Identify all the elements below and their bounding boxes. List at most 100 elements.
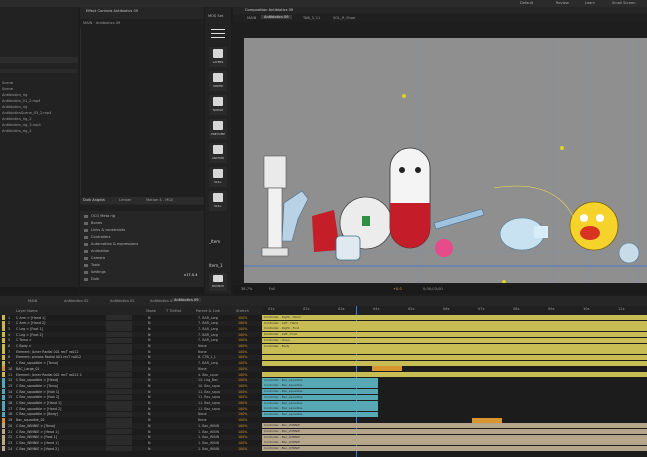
layer-parent[interactable]: 1. Bac_WINN — [198, 430, 219, 434]
layer-switches[interactable] — [106, 337, 132, 343]
layer-label-color[interactable] — [2, 332, 5, 338]
layer-switches[interactable] — [106, 389, 132, 395]
duik-item[interactable]: Animation — [84, 249, 109, 253]
timeline-layer-row[interactable]: 2 C Arm > [Hand 2] N 7. BAR_Larg 100% — [0, 320, 262, 327]
layer-duration-bar[interactable]: Controller - Body — [262, 343, 647, 349]
layer-stretch[interactable]: 100% — [238, 412, 247, 416]
layer-switches[interactable] — [106, 372, 132, 377]
layer-label-color[interactable] — [2, 366, 5, 372]
layer-mode[interactable]: N — [148, 361, 150, 365]
layer-mode[interactable]: N — [148, 407, 150, 411]
time-ruler[interactable]: 01s 02s 03s 04s 05s 06s 07s 08s 09s 10s 11s — [262, 306, 647, 315]
bounce-button[interactable]: BOUNCE — [209, 273, 227, 291]
layer-switches[interactable] — [106, 366, 132, 372]
composition-tab[interactable]: Composition Antibiotics 09 — [245, 8, 293, 12]
layer-name[interactable]: C Leg > [Foot 1] — [16, 327, 43, 331]
timeline-layer-row[interactable]: 19 Bac_squadble_02 N None 100% — [0, 417, 262, 423]
layer-mode[interactable]: N — [148, 384, 150, 388]
layer-switches[interactable] — [106, 411, 132, 417]
layer-name[interactable]: C Leg > [Foot 2] — [16, 333, 43, 337]
layer-label-color[interactable] — [2, 434, 5, 440]
layer-parent[interactable]: 1. Bac_WINN — [198, 447, 219, 451]
duik-item[interactable]: Links & constraints — [84, 228, 125, 232]
layer-switches[interactable] — [106, 440, 132, 446]
layer-mode[interactable]: N — [148, 333, 150, 337]
layer-duration-bar[interactable]: Controller - Left - Foot — [262, 332, 647, 338]
timeline-layer-row[interactable]: 16 C Bac_squadble > [Hand 1] N 11. Bac_squa… — [0, 400, 262, 406]
timeline-layer-row[interactable]: 15 C Bac_squadble > [foot 2] N 11. Bac_squa… — [0, 394, 262, 401]
timeline-layer-row[interactable]: 4 C Leg > [Foot 2] N 7. BAR_Larg 100% — [0, 332, 262, 338]
layer-switches[interactable] — [106, 400, 132, 406]
layer-duration-bar[interactable]: Controller - Bac_squadble — [262, 377, 378, 383]
project-item[interactable]: Antibiotics_01_2.mp4 — [2, 99, 41, 103]
layer-duration-bar[interactable]: Controller - Bac_squadble — [262, 411, 378, 417]
layer-label-color[interactable] — [2, 429, 5, 434]
composition-canvas[interactable] — [244, 38, 647, 284]
null-button-2[interactable]: NULL — [209, 191, 227, 211]
layer-mode[interactable]: N — [148, 338, 150, 342]
layer-name[interactable]: C Bac_squadble > [Torso] — [16, 361, 58, 365]
layer-stretch[interactable]: 100% — [238, 321, 247, 325]
item-1-button[interactable]: Item_1 — [209, 263, 223, 268]
project-search-input[interactable] — [0, 57, 78, 63]
layer-stretch[interactable]: 100% — [238, 441, 247, 445]
layer-mode[interactable]: N — [148, 373, 150, 377]
layer-switches[interactable] — [106, 383, 132, 389]
layer-parent[interactable]: 11. Bac_squa — [198, 395, 220, 399]
duik-item[interactable]: Camera — [84, 256, 105, 260]
layer-label-color[interactable] — [2, 406, 5, 412]
tab-duik[interactable]: Duik Angela — [83, 198, 105, 202]
layer-duration-bar[interactable] — [372, 366, 402, 372]
tab-limber[interactable]: Limber — [119, 198, 131, 202]
timeline-layer-row[interactable]: 24 C Bac_WINNIE > [Hand 2] N 1. Bac_WINN 100… — [0, 446, 262, 452]
layer-switches[interactable] — [106, 332, 132, 338]
layer-parent[interactable]: 7. BAR_Larg — [198, 327, 218, 331]
layer-label-color[interactable] — [2, 320, 5, 326]
layer-label-color[interactable] — [2, 383, 5, 389]
layer-mode[interactable]: N — [148, 395, 150, 399]
timeline-layer-row[interactable]: 1 C Arm > [Hand 1] N 7. BAR_Larg 100% — [0, 315, 262, 321]
duik-item[interactable]: Bones — [84, 221, 102, 225]
layer-parent[interactable]: 4. Bac_squa — [198, 373, 218, 377]
layer-parent[interactable]: 1. Bac_WINN — [198, 435, 219, 439]
layer-name[interactable]: Element: Joiner Radial 001 recT ro012 2 — [16, 373, 82, 377]
layer-parent[interactable]: 7. BAR_Larg — [198, 333, 218, 337]
project-item[interactable]: Scene — [2, 81, 13, 85]
layer-parent[interactable]: 14. Leg_Bac — [198, 378, 218, 382]
tab-motion[interactable]: Motion 4 - MGII — [146, 198, 173, 202]
layer-duration-bar[interactable] — [262, 360, 647, 366]
timeline-layer-row[interactable]: 20 C Bac_WINNIE > [Torso] N 1. Bac_WINN 100% — [0, 423, 262, 429]
layer-name[interactable]: C Bac_WINNIE > [Head 1] — [16, 430, 59, 434]
layer-name[interactable]: C Bac_squadble > [Torso] — [16, 384, 58, 388]
layer-duration-bar[interactable]: Controller - Left - Hand — [262, 320, 647, 326]
nudge-button[interactable]: NUDGE — [209, 95, 227, 115]
timeline-layer-row[interactable]: 23 C Bac_WINNIE > [Hand 1] N 1. Bac_WINN 100… — [0, 440, 262, 446]
layer-mode[interactable]: N — [148, 344, 150, 348]
layer-mode[interactable]: N — [148, 378, 150, 382]
layer-parent[interactable]: None — [198, 418, 207, 422]
layer-duration-bar[interactable] — [262, 372, 647, 377]
duik-item[interactable]: Tools — [84, 263, 100, 267]
timeline-tab[interactable]: MAIN — [28, 299, 37, 303]
timecode[interactable]: 0;00;03;00 — [423, 287, 443, 291]
timeline-layer-row[interactable]: 18 C Bac_squadble > [Body] N None 100% — [0, 411, 262, 418]
layer-duration-bar[interactable] — [262, 349, 647, 355]
layer-stretch[interactable]: 100% — [238, 435, 247, 439]
layer-mode[interactable]: N — [148, 418, 150, 422]
menu-icon[interactable] — [211, 29, 225, 30]
layer-name[interactable]: C Bac_WINNIE > [Hand 2] — [16, 447, 59, 451]
layer-label-color[interactable] — [2, 354, 5, 360]
layer-switches[interactable] — [106, 360, 132, 366]
workspace-default[interactable]: Default — [520, 1, 533, 5]
breadcrumb-active[interactable]: Antibiotics 09 — [261, 15, 292, 19]
layer-mode[interactable]: N — [148, 321, 150, 325]
layer-name[interactable]: Element: Joiner Radial 001 recT ro012 — [16, 350, 79, 354]
timeline-layer-row[interactable]: 9 C Bac_squadble > [Torso] N 7. BAR_Larg 100… — [0, 360, 262, 366]
layer-stretch[interactable]: 100% — [238, 373, 247, 377]
layer-name[interactable]: C Arm > [Hand 1] — [16, 316, 45, 320]
item-button[interactable]: _Item — [209, 239, 220, 244]
layer-stretch[interactable]: 100% — [238, 395, 247, 399]
layer-stretch[interactable]: 100% — [238, 424, 247, 428]
layer-mode[interactable]: N — [148, 412, 150, 416]
layer-duration-bar[interactable]: Controller - Bac_squadble — [262, 383, 378, 389]
